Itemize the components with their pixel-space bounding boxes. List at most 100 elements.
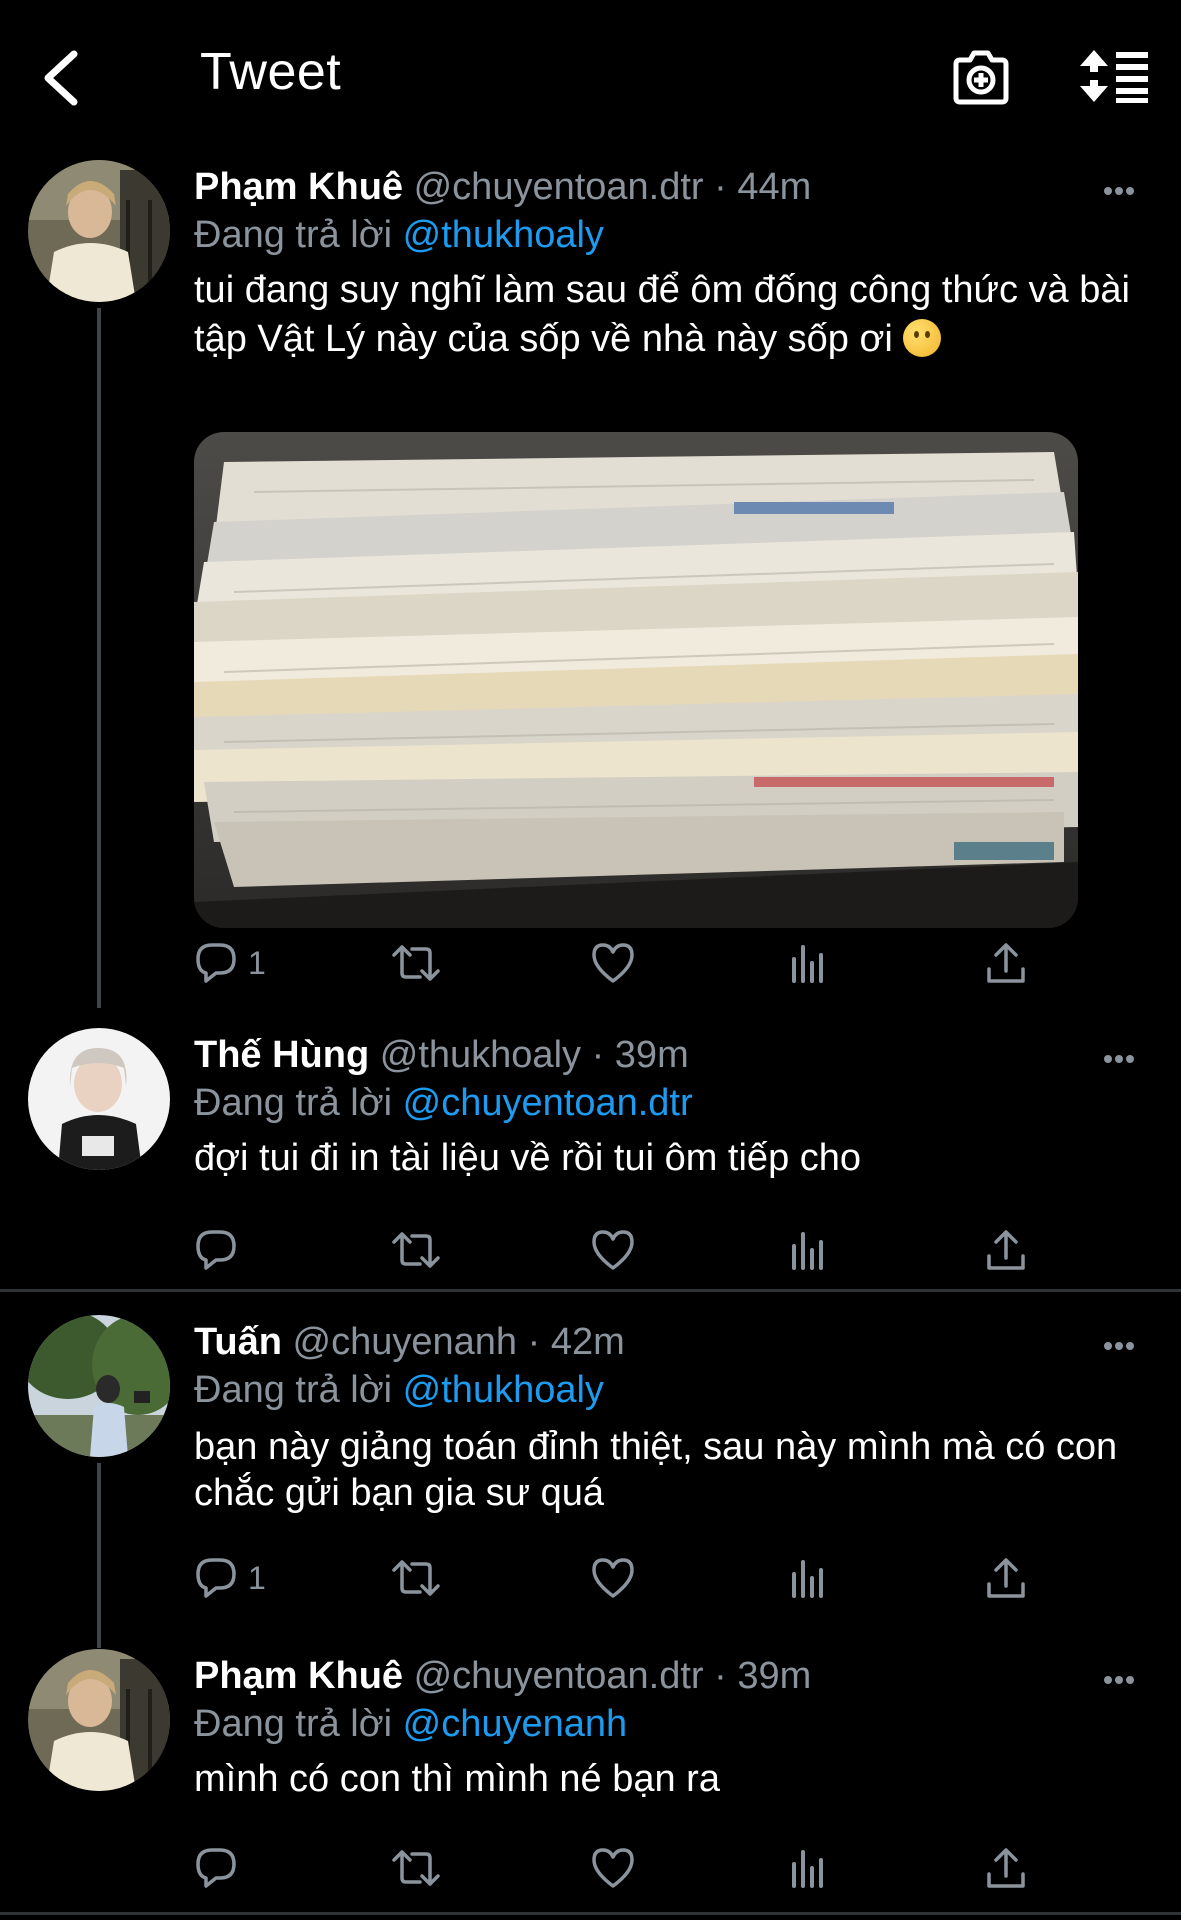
analytics-button[interactable] — [788, 1843, 828, 1893]
display-name[interactable]: Phạm Khuê — [194, 1655, 403, 1697]
share-icon — [987, 1230, 1025, 1270]
retweet-icon — [392, 945, 440, 981]
tweet-meta: Tuấn @chuyenanh · 42m — [194, 1321, 625, 1364]
analytics-icon — [792, 1850, 823, 1888]
share-button[interactable] — [984, 1225, 1028, 1275]
separator: · — [591, 1034, 605, 1076]
reply-icon — [196, 1558, 236, 1598]
thread-line — [97, 1463, 101, 1648]
tweet-meta: Thế Hùng @thukhoaly · 39m — [194, 1034, 689, 1077]
analytics-button[interactable] — [788, 1553, 828, 1603]
display-name[interactable]: Thế Hùng — [194, 1034, 369, 1076]
replying-to: Đang trả lời @thukhoaly — [194, 1369, 604, 1412]
thread-divider — [0, 1289, 1181, 1292]
tweet-actions — [194, 1225, 1074, 1275]
heart-icon — [592, 1848, 634, 1888]
mention-link[interactable]: @thukhoaly — [403, 214, 604, 256]
mention-link[interactable]: @chuyenanh — [403, 1703, 628, 1745]
retweet-button[interactable] — [390, 1553, 442, 1603]
tweet-text-content: tui đang suy nghĩ làm sau để ôm đống côn… — [194, 269, 1130, 361]
back-button[interactable] — [38, 48, 86, 108]
tweet[interactable]: Thế Hùng @thukhoaly · 39m Đang trả lời @… — [0, 1028, 1181, 1288]
avatar[interactable] — [28, 1649, 170, 1791]
like-button[interactable] — [590, 938, 636, 988]
chevron-left-icon — [44, 50, 78, 106]
separator: · — [527, 1321, 541, 1363]
share-icon — [987, 943, 1025, 983]
reply-icon — [196, 943, 236, 983]
replying-to-label: Đang trả lời — [194, 214, 393, 256]
tweet-text: tui đang suy nghĩ làm sau để ôm đống côn… — [194, 266, 1154, 365]
username[interactable]: @chuyentoan.dtr — [414, 1655, 704, 1697]
share-button[interactable] — [984, 1553, 1028, 1603]
share-button[interactable] — [984, 1843, 1028, 1893]
timestamp[interactable]: 42m — [551, 1321, 625, 1363]
share-icon — [987, 1848, 1025, 1888]
share-button[interactable] — [984, 938, 1028, 988]
replying-to: Đang trả lời @thukhoaly — [194, 214, 604, 257]
thread-line — [97, 308, 101, 1008]
tweet-meta: Phạm Khuê @chuyentoan.dtr · 39m — [194, 1655, 811, 1698]
like-button[interactable] — [590, 1843, 636, 1893]
username[interactable]: @chuyenanh — [293, 1321, 518, 1363]
analytics-button[interactable] — [788, 1225, 828, 1275]
camera-button[interactable] — [950, 46, 1012, 108]
heart-icon — [592, 1558, 634, 1598]
top-bar: Tweet — [0, 0, 1181, 150]
reply-count: 1 — [248, 1559, 266, 1596]
analytics-icon — [792, 945, 823, 983]
reply-icon — [196, 1848, 236, 1888]
reply-button[interactable]: 1 — [194, 938, 266, 988]
reply-button[interactable]: 1 — [194, 1553, 266, 1603]
reply-count: 1 — [248, 944, 266, 981]
mention-link[interactable]: @chuyentoan.dtr — [403, 1082, 693, 1124]
separator: · — [714, 1655, 727, 1697]
page-title: Tweet — [200, 43, 342, 101]
replying-to-label: Đang trả lời — [194, 1082, 393, 1124]
more-icon[interactable] — [1104, 1671, 1142, 1684]
sort-icon — [1080, 50, 1148, 103]
avatar[interactable] — [28, 1315, 170, 1457]
retweet-button[interactable] — [390, 1225, 442, 1275]
tweet-image[interactable] — [194, 432, 1078, 928]
replying-to-label: Đang trả lời — [194, 1703, 393, 1745]
reply-button[interactable] — [194, 1843, 248, 1893]
more-icon[interactable] — [1104, 1050, 1142, 1063]
reply-icon — [196, 1230, 236, 1270]
retweet-icon — [392, 1232, 440, 1268]
timestamp[interactable]: 39m — [737, 1655, 811, 1697]
mention-link[interactable]: @thukhoaly — [403, 1369, 604, 1411]
like-button[interactable] — [590, 1225, 636, 1275]
avatar[interactable] — [28, 1028, 170, 1170]
display-name[interactable]: Tuấn — [194, 1321, 282, 1363]
avatar[interactable] — [28, 160, 170, 302]
username[interactable]: @thukhoaly — [380, 1034, 581, 1076]
display-name[interactable]: Phạm Khuê — [194, 166, 403, 208]
retweet-button[interactable] — [390, 1843, 442, 1893]
tweet[interactable]: Tuấn @chuyenanh · 42m Đang trả lời @thuk… — [0, 1315, 1181, 1650]
analytics-icon — [792, 1232, 823, 1270]
camera-plus-icon — [953, 50, 1009, 105]
like-button[interactable] — [590, 1553, 636, 1603]
tweet-meta: Phạm Khuê @chuyentoan.dtr · 44m — [194, 166, 811, 209]
timestamp[interactable]: 44m — [737, 166, 811, 208]
more-icon[interactable] — [1104, 182, 1142, 195]
tweet-text: bạn này giảng toán đỉnh thiệt, sau này m… — [194, 1426, 1118, 1514]
replying-to: Đang trả lời @chuyenanh — [194, 1703, 627, 1746]
more-icon[interactable] — [1104, 1337, 1142, 1350]
tweet-actions: 1 — [194, 1553, 1074, 1603]
reply-button[interactable] — [194, 1225, 248, 1275]
slightly-smiling-face-icon — [903, 319, 942, 358]
sort-button[interactable] — [1078, 48, 1150, 104]
replying-to-label: Đang trả lời — [194, 1369, 393, 1411]
share-icon — [987, 1558, 1025, 1598]
retweet-icon — [392, 1850, 440, 1886]
tweet[interactable]: Phạm Khuê @chuyentoan.dtr · 44m Đang trả… — [0, 160, 1181, 1010]
retweet-icon — [392, 1560, 440, 1596]
analytics-button[interactable] — [788, 938, 828, 988]
tweet[interactable]: Phạm Khuê @chuyentoan.dtr · 39m Đang trả… — [0, 1649, 1181, 1909]
retweet-button[interactable] — [390, 938, 442, 988]
username[interactable]: @chuyentoan.dtr — [414, 166, 704, 208]
timestamp[interactable]: 39m — [615, 1034, 689, 1076]
heart-icon — [592, 943, 634, 983]
